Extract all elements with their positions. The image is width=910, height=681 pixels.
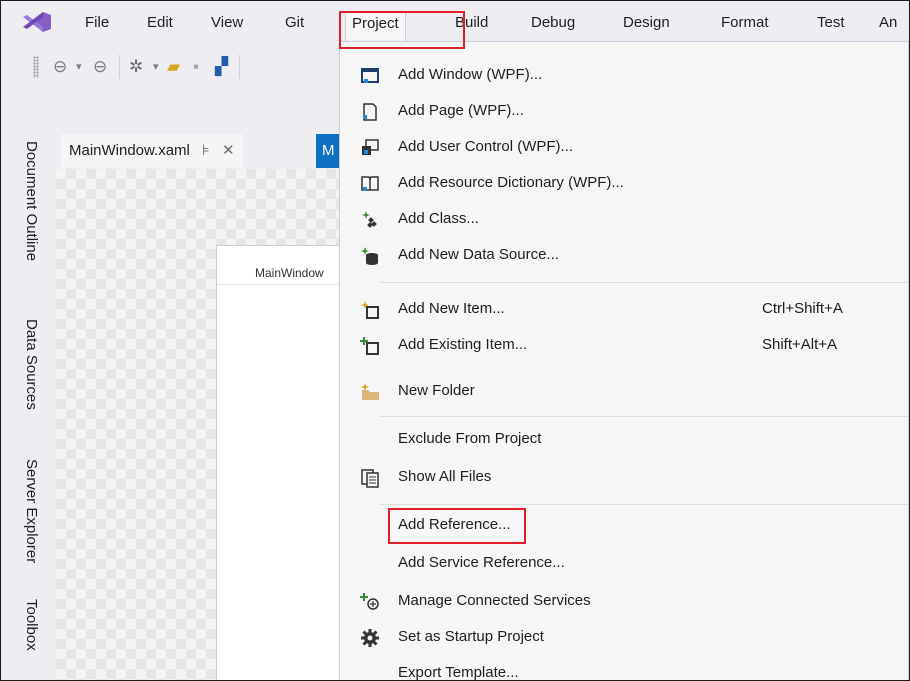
menu-format[interactable]: Format: [721, 14, 769, 31]
menu-item-label: New Folder: [398, 382, 475, 399]
menu-item-label: Export Template...: [398, 664, 519, 681]
connected-services-icon: [360, 593, 379, 610]
menu-design[interactable]: Design: [623, 14, 670, 31]
menu-item-label: Add User Control (WPF)...: [398, 138, 574, 155]
menu-item-label: Add Existing Item...: [398, 336, 528, 353]
menu-item-label: Add Reference...: [398, 516, 511, 533]
tab-label: Data Sources: [23, 319, 40, 410]
window-preview-body[interactable]: [217, 284, 357, 680]
menu-separator: [380, 504, 908, 505]
menu-item-label: Add Service Reference...: [398, 554, 565, 571]
menu-item-shortcut: Ctrl+Shift+A: [762, 300, 843, 317]
visual-studio-logo-icon: [23, 12, 51, 32]
data-source-icon: [361, 247, 378, 265]
new-project-icon[interactable]: ✲: [129, 57, 143, 77]
project-menu-dropdown: Add Window (WPF)... Add Page (WPF)... Ad…: [339, 41, 909, 681]
toolbar-separator: [239, 55, 240, 79]
menu-item-label: Set as Startup Project: [398, 628, 544, 645]
menu-test[interactable]: Test: [817, 14, 845, 31]
tab-toolbox[interactable]: Toolbox: [23, 599, 47, 679]
save-all-icon[interactable]: ▞: [215, 57, 228, 77]
menu-item-add-user-control[interactable]: Add User Control (WPF)...: [340, 130, 908, 166]
close-icon[interactable]: ✕: [222, 142, 235, 159]
menu-item-show-all-files[interactable]: Show All Files: [340, 460, 908, 496]
menu-item-manage-connected-services[interactable]: Manage Connected Services: [340, 584, 908, 620]
menu-item-add-existing-item[interactable]: Add Existing Item... Shift+Alt+A: [340, 328, 908, 364]
new-item-icon: [361, 301, 379, 319]
menu-item-new-folder[interactable]: New Folder: [340, 374, 908, 410]
resource-dictionary-icon: [361, 176, 379, 191]
user-control-icon: [362, 139, 379, 155]
menu-item-add-service-reference[interactable]: Add Service Reference...: [340, 546, 908, 582]
document-tab-row: MainWindow.xaml ⊧ ✕ M: [56, 129, 362, 169]
folder-icon: [361, 383, 379, 400]
tab-data-sources[interactable]: Data Sources: [23, 319, 47, 445]
menu-analyze[interactable]: An: [879, 14, 897, 31]
menu-item-exclude-from-project[interactable]: Exclude From Project: [340, 422, 908, 458]
toolbar-grip[interactable]: [33, 56, 39, 78]
menu-item-add-new-data-source[interactable]: Add New Data Source...: [340, 238, 908, 274]
menu-item-label: Add Resource Dictionary (WPF)...: [398, 174, 624, 191]
menu-separator: [380, 282, 908, 283]
existing-item-icon: [360, 337, 379, 355]
tab-server-explorer[interactable]: Server Explorer: [23, 459, 47, 609]
navigate-forward-icon[interactable]: ⊖: [93, 57, 107, 77]
window-preview[interactable]: MainWindow: [216, 245, 358, 680]
menu-view[interactable]: View: [211, 14, 243, 31]
menu-item-add-resource-dictionary[interactable]: Add Resource Dictionary (WPF)...: [340, 166, 908, 202]
tab-document-outline[interactable]: Document Outline: [23, 141, 47, 305]
menu-item-label: Exclude From Project: [398, 430, 542, 447]
tab-label: Document Outline: [23, 141, 40, 262]
chevron-down-icon[interactable]: ▾: [153, 57, 159, 77]
visual-studio-window: File Edit View Git Project Build Debug D…: [0, 0, 910, 681]
pin-icon[interactable]: ⊧: [202, 142, 210, 159]
save-icon[interactable]: ▪: [193, 57, 199, 77]
menu-debug[interactable]: Debug: [531, 14, 575, 31]
menu-build[interactable]: Build: [455, 14, 488, 31]
tool-window-tab-strip: Document Outline Data Sources Server Exp…: [1, 129, 56, 680]
menu-item-set-as-startup-project[interactable]: Set as Startup Project: [340, 620, 908, 656]
document-tab-mainwindow-xaml[interactable]: MainWindow.xaml ⊧ ✕: [61, 134, 243, 168]
class-icon: [362, 211, 377, 228]
toolbar-separator: [119, 55, 120, 79]
show-all-files-icon: [361, 469, 379, 488]
menu-edit[interactable]: Edit: [147, 14, 173, 31]
menu-item-label: Add New Data Source...: [398, 246, 559, 263]
menu-separator: [380, 416, 908, 417]
menu-item-export-template[interactable]: Export Template...: [340, 656, 908, 681]
menu-item-add-new-item[interactable]: Add New Item... Ctrl+Shift+A: [340, 292, 908, 328]
menu-bar: File Edit View Git Project Build Debug D…: [1, 1, 909, 43]
menu-item-label: Add Class...: [398, 210, 479, 227]
menu-item-label: Show All Files: [398, 468, 492, 485]
menu-item-label: Manage Connected Services: [398, 592, 591, 609]
menu-item-add-window[interactable]: Add Window (WPF)...: [340, 58, 908, 94]
window-preview-title: MainWindow: [255, 266, 324, 280]
menu-item-add-reference[interactable]: Add Reference...: [340, 508, 908, 544]
menu-project[interactable]: Project: [345, 11, 406, 41]
menu-item-add-page[interactable]: Add Page (WPF)...: [340, 94, 908, 130]
page-icon: [363, 103, 377, 121]
menu-git[interactable]: Git: [285, 14, 304, 31]
menu-item-shortcut: Shift+Alt+A: [762, 336, 838, 353]
menu-item-label: Add Window (WPF)...: [398, 66, 543, 83]
tab-label: Toolbox: [23, 599, 40, 651]
chevron-down-icon[interactable]: ▾: [76, 57, 82, 77]
navigate-back-icon[interactable]: ⊖: [53, 57, 67, 77]
gear-icon: [361, 629, 379, 647]
menu-item-label: Add New Item...: [398, 300, 505, 317]
menu-item-add-class[interactable]: Add Class...: [340, 202, 908, 238]
menu-file[interactable]: File: [85, 14, 109, 31]
menu-item-label: Add Page (WPF)...: [398, 102, 524, 119]
xaml-designer-surface[interactable]: MainWindow: [56, 169, 358, 680]
open-file-icon[interactable]: ▰: [167, 57, 180, 77]
tab-label: Server Explorer: [23, 459, 40, 564]
document-tab-title: MainWindow.xaml: [69, 142, 190, 159]
window-icon: [361, 68, 379, 83]
